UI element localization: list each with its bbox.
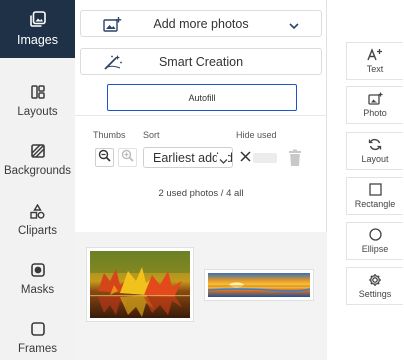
ellipse-button[interactable]: Ellipse xyxy=(346,222,403,260)
add-text-button[interactable]: Text xyxy=(346,42,403,80)
add-photo-button[interactable]: Photo xyxy=(346,86,403,124)
autofill-label: Autofill xyxy=(188,92,216,103)
zoom-in-button[interactable] xyxy=(118,148,137,167)
images-icon xyxy=(29,11,46,27)
tool-label: Layout xyxy=(361,154,389,164)
nav-item-label: Backgrounds xyxy=(3,165,72,177)
nav-item-label: Cliparts xyxy=(18,225,57,237)
photo-add-icon xyxy=(367,92,383,105)
chevron-down-icon xyxy=(217,154,228,167)
nav-item-images[interactable]: Images xyxy=(0,0,80,58)
layout-button[interactable]: Layout xyxy=(346,132,403,170)
magic-wand-icon xyxy=(103,54,123,74)
autumn-leaves-image xyxy=(90,251,190,318)
images-panel: Add more photos Smart Creation Autofill … xyxy=(75,0,327,360)
right-toolbar: Text Photo Layout Rectangle Ellipse Sett… xyxy=(346,0,404,360)
frames-icon xyxy=(30,321,46,337)
used-photos-count: 2 used photos / 4 all xyxy=(158,188,244,199)
tool-label: Ellipse xyxy=(361,244,389,254)
close-icon xyxy=(239,149,251,167)
nav-item-backgrounds[interactable]: Backgrounds xyxy=(0,131,75,189)
add-photo-icon xyxy=(103,16,122,36)
tool-label: Photo xyxy=(363,108,387,118)
layouts-icon xyxy=(30,84,46,100)
rectangle-button[interactable]: Rectangle xyxy=(346,177,403,215)
text-add-icon xyxy=(367,48,383,61)
sunset-panorama-image xyxy=(208,273,310,297)
smart-creation-button[interactable]: Smart Creation xyxy=(80,48,322,75)
nav-item-masks[interactable]: Masks xyxy=(0,250,75,308)
rectangle-icon xyxy=(368,183,382,196)
zoom-in-icon xyxy=(121,149,134,167)
photo-thumbnail-sunset[interactable] xyxy=(205,270,313,300)
ellipse-icon xyxy=(368,228,382,241)
nav-item-label: Layouts xyxy=(17,106,58,118)
hide-used-toggle[interactable] xyxy=(237,149,253,167)
cliparts-icon xyxy=(30,203,46,219)
left-nav: Images Layouts Backgrounds Cliparts Mask… xyxy=(0,0,80,360)
thumbs-label: Thumbs xyxy=(93,130,126,140)
add-more-photos-button[interactable]: Add more photos xyxy=(80,10,322,37)
autofill-button[interactable]: Autofill xyxy=(107,84,297,111)
layout-refresh-icon xyxy=(368,138,382,151)
tool-label: Settings xyxy=(358,289,392,299)
tool-label: Text xyxy=(366,64,384,74)
backgrounds-icon xyxy=(30,143,46,159)
hide-used-label: Hide used xyxy=(236,130,277,140)
chevron-down-icon xyxy=(289,19,299,33)
sort-label: Sort xyxy=(143,130,160,140)
gear-icon xyxy=(368,273,382,286)
zoom-out-button[interactable] xyxy=(95,148,114,167)
hide-used-toggle-track[interactable] xyxy=(253,153,277,163)
zoom-out-icon xyxy=(98,149,111,167)
nav-item-label: Images xyxy=(17,33,58,47)
photo-thumbnail-autumn-leaves[interactable] xyxy=(87,248,193,321)
add-more-photos-label: Add more photos xyxy=(153,16,249,31)
settings-button[interactable]: Settings xyxy=(346,267,403,305)
smart-creation-label: Smart Creation xyxy=(158,54,244,69)
masks-icon xyxy=(30,262,46,278)
delete-button[interactable] xyxy=(288,149,302,172)
tool-label: Rectangle xyxy=(354,199,396,209)
nav-item-frames[interactable]: Frames xyxy=(0,309,75,360)
nav-item-label: Masks xyxy=(20,284,55,296)
nav-item-layouts[interactable]: Layouts xyxy=(0,72,75,130)
trash-icon xyxy=(288,149,302,171)
panel-divider xyxy=(75,115,327,116)
sort-select[interactable]: Earliest added xyxy=(143,147,233,168)
nav-item-cliparts[interactable]: Cliparts xyxy=(0,191,75,249)
nav-item-label: Frames xyxy=(18,343,57,355)
